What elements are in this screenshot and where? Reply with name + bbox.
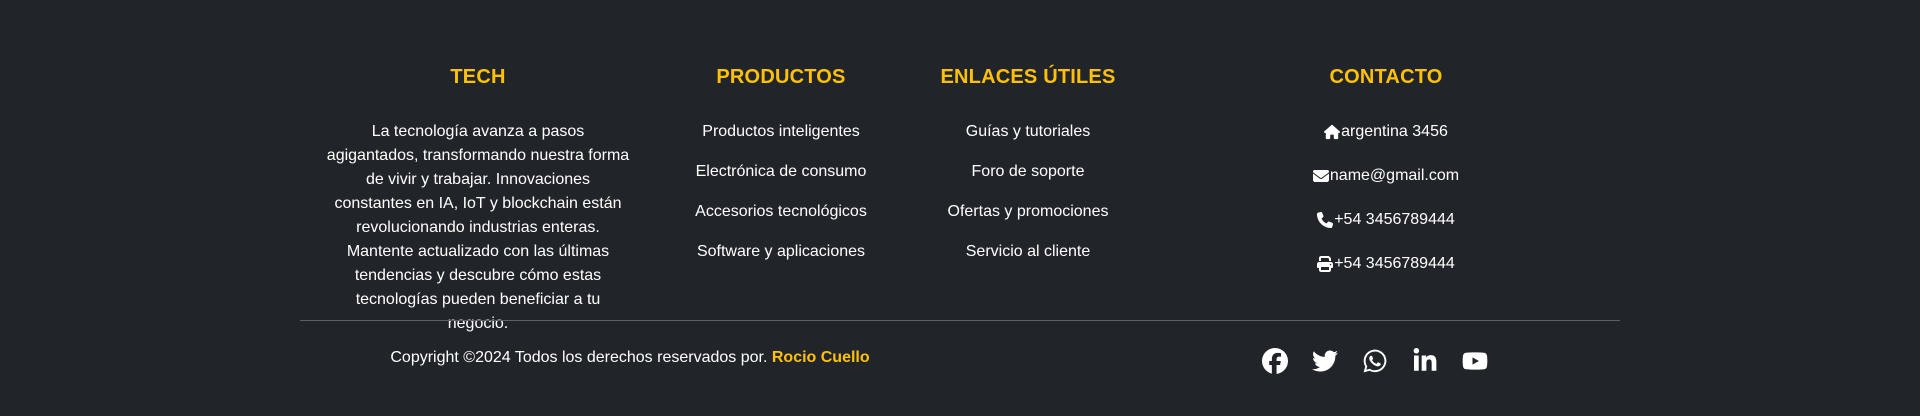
print-icon: [1317, 256, 1334, 272]
contact-phone-text: +54 3456789444: [1334, 211, 1455, 228]
tech-column: TECH La tecnología avanza a pasos agigan…: [320, 62, 636, 336]
enlaces-list: Guías y tutoriales Foro de soporte Ofert…: [928, 120, 1128, 264]
tech-description: La tecnología avanza a pasos agigantados…: [326, 123, 630, 332]
linkedin-icon: [1413, 348, 1437, 371]
enlaces-title: ENLACES ÚTILES: [940, 66, 1116, 88]
enlaces-link-servicio[interactable]: Servicio al cliente: [966, 243, 1091, 260]
footer-divider: [300, 320, 1620, 321]
phone-icon: [1317, 212, 1334, 228]
productos-list: Productos inteligentes Electrónica de co…: [681, 120, 881, 264]
copyright-text: Copyright ©2024 Todos los derechos reser…: [300, 346, 960, 370]
linkedin-link[interactable]: [1412, 348, 1438, 374]
contact-email-text: name@gmail.com: [1329, 167, 1460, 184]
enlaces-link-guias[interactable]: Guías y tutoriales: [966, 123, 1091, 140]
list-item: name@gmail.com: [1286, 164, 1486, 192]
contacto-column: CONTACTO argentina 3456 name@gmail.com +…: [1286, 62, 1486, 296]
tech-title: TECH: [450, 66, 506, 88]
social-links: [1262, 348, 1488, 374]
list-item: Guías y tutoriales: [928, 120, 1128, 144]
youtube-icon: [1462, 352, 1488, 370]
author-link[interactable]: Rocio Cuello: [772, 349, 870, 366]
productos-link-software[interactable]: Software y aplicaciones: [697, 243, 865, 260]
contact-fax-text: +54 3456789444: [1334, 255, 1455, 272]
contact-email[interactable]: name@gmail.com: [1312, 164, 1460, 188]
productos-link-inteligentes[interactable]: Productos inteligentes: [702, 123, 859, 140]
list-item: Servicio al cliente: [928, 240, 1128, 264]
whatsapp-link[interactable]: [1362, 348, 1388, 374]
productos-link-electronica[interactable]: Electrónica de consumo: [696, 163, 867, 180]
enlaces-column: ENLACES ÚTILES Guías y tutoriales Foro d…: [928, 62, 1128, 280]
list-item: +54 3456789444: [1286, 208, 1486, 236]
site-footer: TECH La tecnología avanza a pasos agigan…: [0, 0, 1920, 416]
list-item: Productos inteligentes: [681, 120, 881, 144]
contacto-list: argentina 3456 name@gmail.com +54 345678…: [1286, 120, 1486, 280]
contact-address-text: argentina 3456: [1341, 123, 1448, 140]
whatsapp-icon: [1363, 349, 1387, 373]
facebook-link[interactable]: [1262, 348, 1288, 374]
contacto-title: CONTACTO: [1329, 66, 1443, 88]
list-item: argentina 3456: [1286, 120, 1486, 148]
youtube-link[interactable]: [1462, 348, 1488, 374]
enlaces-link-foro[interactable]: Foro de soporte: [972, 163, 1085, 180]
copyright-label: Copyright ©2024 Todos los derechos reser…: [390, 349, 768, 366]
list-item: Ofertas y promociones: [928, 200, 1128, 224]
twitter-icon: [1312, 350, 1338, 372]
enlaces-link-ofertas[interactable]: Ofertas y promociones: [948, 203, 1109, 220]
contact-phone[interactable]: +54 3456789444: [1317, 208, 1455, 232]
envelope-icon: [1312, 170, 1329, 182]
home-icon: [1324, 124, 1341, 140]
twitter-link[interactable]: [1312, 348, 1338, 374]
productos-title: PRODUCTOS: [716, 66, 846, 88]
list-item: Foro de soporte: [928, 160, 1128, 184]
list-item: Accesorios tecnológicos: [681, 200, 881, 224]
list-item: +54 3456789444: [1286, 252, 1486, 280]
facebook-icon: [1262, 348, 1288, 374]
contact-fax: +54 3456789444: [1317, 252, 1455, 276]
productos-link-accesorios[interactable]: Accesorios tecnológicos: [695, 203, 867, 220]
list-item: Electrónica de consumo: [681, 160, 881, 184]
contact-address: argentina 3456: [1324, 120, 1448, 144]
productos-column: PRODUCTOS Productos inteligentes Electró…: [681, 62, 881, 280]
list-item: Software y aplicaciones: [681, 240, 881, 264]
